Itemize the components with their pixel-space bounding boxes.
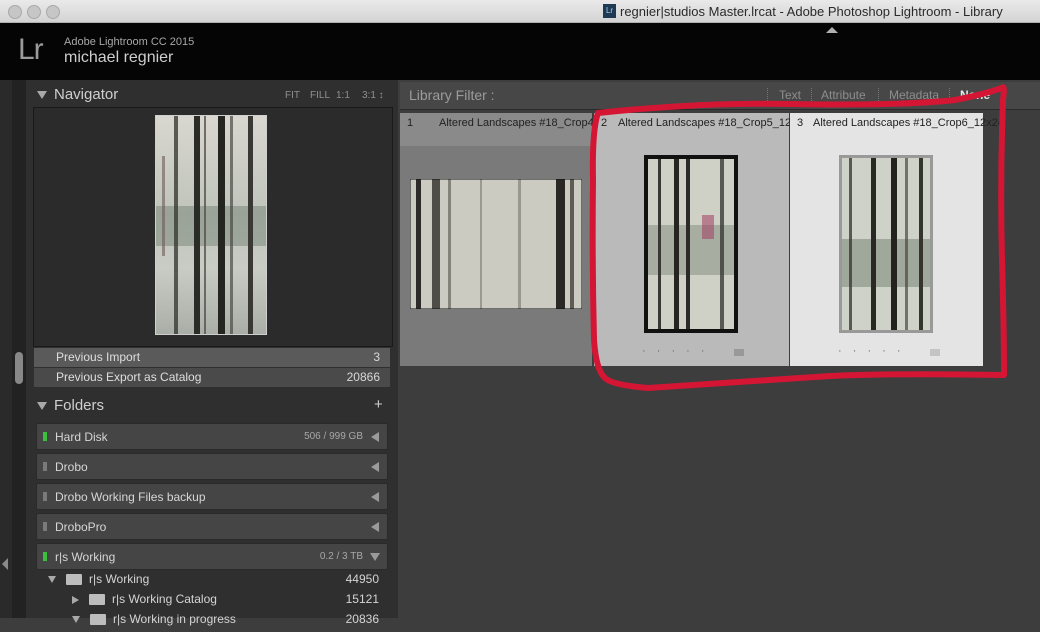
navigator-title: Navigator <box>54 86 119 103</box>
folder-count: 15121 <box>345 592 379 606</box>
filter-separator <box>949 88 951 103</box>
window-titlebar: Lr regnier|studios Master.lrcat - Adobe … <box>0 0 1040 23</box>
zoom-fill-button[interactable]: FILL <box>310 90 330 101</box>
volume-drobo[interactable]: Drobo <box>36 453 388 480</box>
cell-filename: Altered Landscapes #18_Crop4 <box>439 117 594 129</box>
rating-dots[interactable]: · · · · · <box>642 345 709 357</box>
volume-expand-icon[interactable] <box>371 522 379 532</box>
folder-count: 20836 <box>345 612 379 626</box>
cell-1-footer <box>400 341 592 366</box>
collection-count: 3 <box>373 350 380 364</box>
folder-name: r|s Working in progress <box>113 612 236 626</box>
identity-plate: Lr Adobe Lightroom CC 2015 michael regni… <box>0 23 1040 80</box>
folders-title: Folders <box>54 397 105 414</box>
folder-count: 44950 <box>345 572 379 586</box>
user-name: michael regnier <box>64 49 174 66</box>
volume-expand-icon[interactable] <box>371 462 379 472</box>
cell-filename: Altered Landscapes #18_Crop6_12x24 <box>813 117 1004 129</box>
zoom-fit-button[interactable]: FIT <box>285 90 300 101</box>
collapse-top-panel-icon[interactable] <box>826 27 838 33</box>
disclosure-triangle-icon[interactable] <box>37 402 47 410</box>
folder-row-rs-working-catalog[interactable]: r|s Working Catalog 15121 <box>72 592 379 612</box>
disclosure-triangle-icon[interactable] <box>37 91 47 99</box>
left-panel-scroll-thumb[interactable] <box>15 352 23 384</box>
library-filter-label: Library Filter : <box>409 87 495 103</box>
zoom-1to1-button[interactable]: 1:1 <box>336 90 350 101</box>
volume-expand-icon[interactable] <box>371 492 379 502</box>
volume-capacity: 0.2 / 3 TB <box>319 551 363 562</box>
collection-previous-import[interactable]: Previous Import 3 <box>34 348 390 367</box>
folder-collapsed-icon[interactable] <box>72 595 79 604</box>
folders-header[interactable]: Folders + <box>30 393 392 419</box>
volume-capacity: 506 / 999 GB <box>304 431 363 442</box>
thumbnail-crop6 <box>839 155 933 333</box>
folder-name: r|s Working Catalog <box>112 592 217 606</box>
volume-rs-working[interactable]: r|s Working 0.2 / 3 TB <box>36 543 388 570</box>
collection-previous-export[interactable]: Previous Export as Catalog 20866 <box>34 368 390 387</box>
folder-name: r|s Working <box>89 572 150 586</box>
filter-none-button[interactable]: None <box>960 88 990 102</box>
left-panel-edge[interactable] <box>0 80 12 618</box>
left-panel-scrollbar[interactable] <box>12 80 26 618</box>
navigator-header[interactable]: Navigator FIT FILL 1:1 3:1 ↕ <box>30 82 392 108</box>
add-folder-icon[interactable]: + <box>374 396 383 413</box>
cell-filename: Altered Landscapes #18_Crop5_12x24 <box>618 117 809 129</box>
volume-drobo-working-backup[interactable]: Drobo Working Files backup <box>36 483 388 510</box>
volume-status-led <box>43 492 47 501</box>
volume-expand-icon[interactable] <box>371 432 379 442</box>
lightroom-catalog-icon: Lr <box>603 4 616 18</box>
volume-hard-disk[interactable]: Hard Disk 506 / 999 GB <box>36 423 388 450</box>
volume-name: Drobo Working Files backup <box>55 490 206 504</box>
folder-expanded-icon[interactable] <box>48 576 56 584</box>
filter-separator <box>878 88 880 103</box>
folder-row-rs-working-in-progress[interactable]: r|s Working in progress 20836 <box>72 612 379 632</box>
folder-row-rs-working[interactable]: r|s Working 44950 <box>48 572 379 592</box>
volume-name: r|s Working <box>55 550 116 564</box>
volume-collapse-icon[interactable] <box>370 553 380 561</box>
collection-count: 20866 <box>346 370 380 384</box>
folder-icon <box>66 574 82 586</box>
volume-status-led <box>43 522 47 531</box>
navigator-photo <box>155 115 267 335</box>
volume-name: Hard Disk <box>55 430 108 444</box>
filter-attribute-button[interactable]: Attribute <box>821 88 866 102</box>
filter-separator <box>811 88 813 103</box>
app-name: Adobe Lightroom CC 2015 <box>64 36 195 48</box>
cell-index: 2 <box>601 117 608 129</box>
folder-icon <box>90 614 106 626</box>
grid-cell-2[interactable]: 2 Altered Landscapes #18_Crop5_12x24 · ·… <box>594 113 809 366</box>
lightroom-logo: Lr <box>18 33 44 66</box>
window-title-text: regnier|studios Master.lrcat - Adobe Pho… <box>620 4 1003 19</box>
zoom-3to1-button[interactable]: 3:1 ↕ <box>362 90 384 101</box>
volume-status-led <box>43 552 47 561</box>
library-filter-bar: Library Filter : Text Attribute Metadata… <box>400 82 1040 110</box>
folder-icon <box>89 594 105 606</box>
filter-separator <box>767 88 769 103</box>
flag-badge-icon[interactable] <box>734 349 744 356</box>
collection-name: Previous Import <box>56 350 141 364</box>
filter-text-button[interactable]: Text <box>779 88 801 102</box>
navigator-preview[interactable] <box>33 107 393 347</box>
filter-metadata-button[interactable]: Metadata <box>889 88 939 102</box>
rating-dots[interactable]: · · · · · <box>838 345 905 357</box>
volume-name: Drobo <box>55 460 88 474</box>
grid-cell-1[interactable]: 1 Altered Landscapes #18_Crop4 · · · · · <box>400 113 594 358</box>
collection-name: Previous Export as Catalog <box>56 370 202 384</box>
grid-cell-3[interactable]: 3 Altered Landscapes #18_Crop6_12x24 · ·… <box>790 113 1004 366</box>
thumbnail-crop5 <box>644 155 738 333</box>
minimize-window-button[interactable] <box>27 5 41 19</box>
folder-expanded-icon[interactable] <box>72 616 80 624</box>
thumbnail-crop4 <box>410 179 582 309</box>
volume-status-led <box>43 432 47 441</box>
volume-status-led <box>43 462 47 471</box>
window-title: Lr regnier|studios Master.lrcat - Adobe … <box>603 4 1003 19</box>
zoom-window-button[interactable] <box>46 5 60 19</box>
collapse-left-panel-icon[interactable] <box>2 558 8 570</box>
volume-drobopro[interactable]: DroboPro <box>36 513 388 540</box>
cell-index: 1 <box>407 117 414 129</box>
flag-badge-icon[interactable] <box>930 349 940 356</box>
close-window-button[interactable] <box>8 5 22 19</box>
cell-index: 3 <box>797 117 804 129</box>
volume-name: DroboPro <box>55 520 107 534</box>
